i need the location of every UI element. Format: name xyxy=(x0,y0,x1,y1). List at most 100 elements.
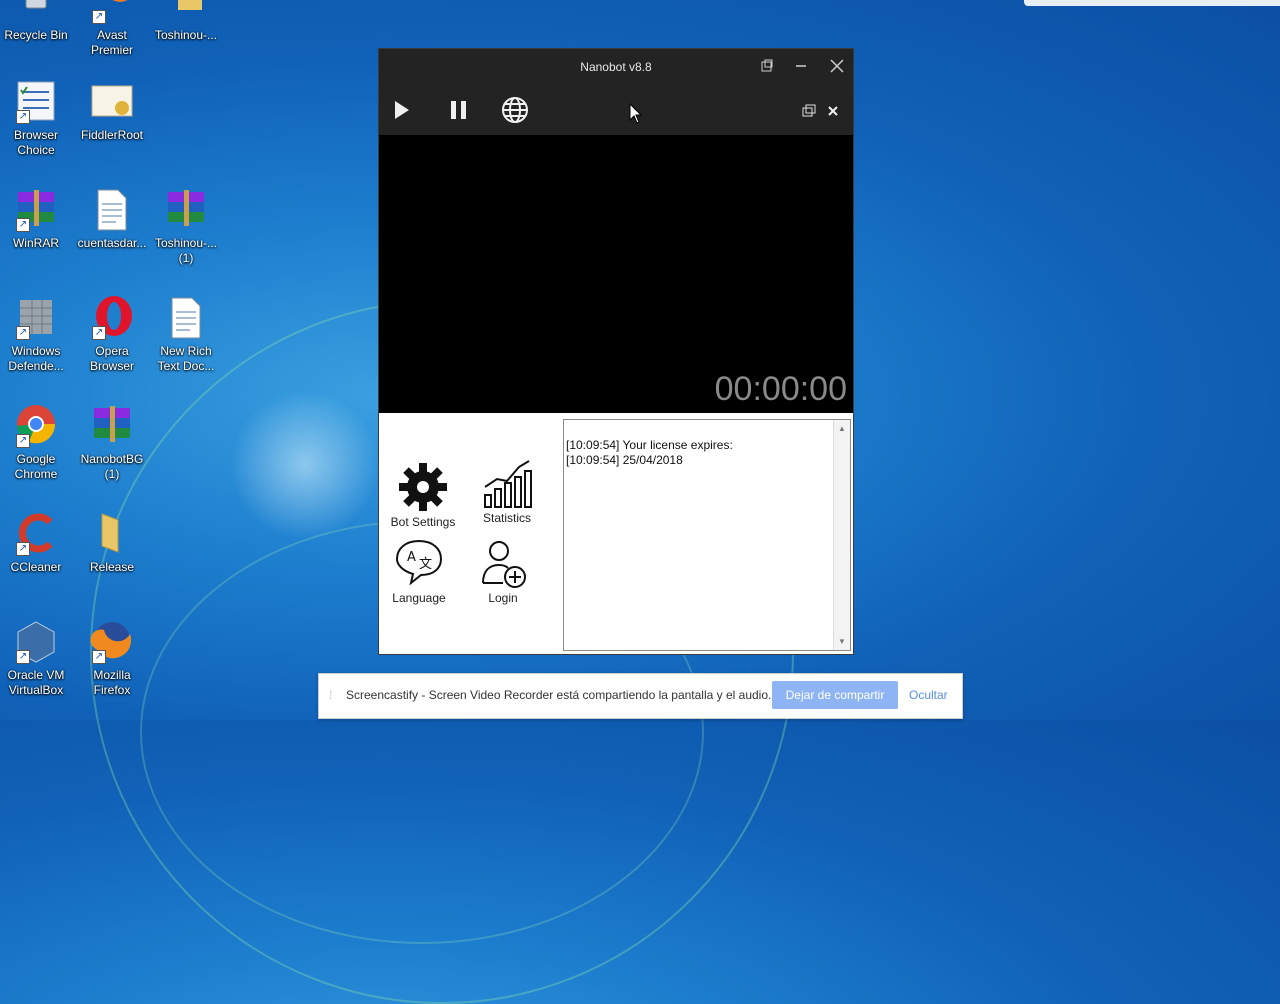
folder-icon xyxy=(90,512,134,556)
desktop-icon-label: Recycle Bin xyxy=(4,28,68,42)
firefox-icon: ↗ xyxy=(90,620,134,664)
avast-icon: ↗ xyxy=(90,0,134,24)
desktop-icon-new-rich-text[interactable]: New Rich Text Doc... xyxy=(150,296,222,374)
close-view-button[interactable] xyxy=(823,101,843,121)
desktop-icon-firefox[interactable]: ↗ Mozilla Firefox xyxy=(76,620,148,698)
desktop-icon-label: CCleaner xyxy=(10,560,62,574)
document-icon xyxy=(90,188,134,232)
winrar-icon: ↗ xyxy=(14,188,58,232)
screen-share-bar: ⁞ Screencastify - Screen Video Recorder … xyxy=(318,673,963,719)
tile-label: Bot Settings xyxy=(390,515,456,529)
desktop-icon-label: Avast Premier xyxy=(90,28,133,57)
shortcut-arrow-icon: ↗ xyxy=(16,542,30,556)
desktop-icon-virtualbox[interactable]: ↗ Oracle VM VirtualBox xyxy=(0,620,72,698)
ccleaner-icon: ↗ xyxy=(14,512,58,556)
language-button[interactable]: A文 Language xyxy=(379,537,459,605)
desktop-icon-label: New Rich Text Doc... xyxy=(157,344,215,373)
shortcut-arrow-icon: ↗ xyxy=(16,326,30,340)
close-icon xyxy=(830,59,844,73)
desktop-icon-google-chrome[interactable]: ↗ Google Chrome xyxy=(0,404,72,482)
chrome-icon: ↗ xyxy=(14,404,58,448)
desktop-icon-label: NanobotBG (1) xyxy=(80,452,144,481)
desktop-icon-avast[interactable]: ↗ Avast Premier xyxy=(76,0,148,58)
scroll-down-icon[interactable]: ▼ xyxy=(834,637,850,646)
shortcut-arrow-icon: ↗ xyxy=(16,110,30,124)
add-user-icon xyxy=(477,537,529,589)
detach-view-button[interactable] xyxy=(799,101,819,121)
statistics-button[interactable]: Statistics xyxy=(467,457,547,525)
desktop-icon-toshinou-folder[interactable]: Toshinou-... xyxy=(150,0,222,43)
wallpaper-glow xyxy=(230,390,380,540)
gear-icon xyxy=(397,461,449,513)
top-edge-widget xyxy=(1024,0,1280,6)
scroll-up-icon[interactable]: ▲ xyxy=(834,424,850,433)
toolbar xyxy=(379,85,853,135)
desktop-icon-ccleaner[interactable]: ↗ CCleaner xyxy=(0,512,72,575)
restore-button[interactable] xyxy=(756,55,778,77)
desktop-icon-fiddlerroot[interactable]: FiddlerRoot xyxy=(76,80,148,143)
pause-button[interactable] xyxy=(441,91,477,127)
stop-sharing-button[interactable]: Dejar de compartir xyxy=(772,681,898,709)
shortcut-arrow-icon: ↗ xyxy=(92,650,106,664)
shortcut-arrow-icon: ↗ xyxy=(92,326,106,340)
rich-text-document-icon xyxy=(164,296,208,340)
language-icon: A文 xyxy=(393,537,445,589)
desktop-icon-label: cuentasdar... xyxy=(77,236,147,250)
log-line: [10:09:54] Your license expires: xyxy=(566,438,733,452)
desktop-icon-label: Release xyxy=(89,560,135,574)
log-lines: [10:09:54] Your license expires: [10:09:… xyxy=(566,438,733,468)
pause-icon xyxy=(451,101,466,119)
desktop-icon-label: Mozilla Firefox xyxy=(93,668,131,697)
log-line: [10:09:54] 25/04/2018 xyxy=(566,453,683,467)
nanobot-window: Nanobot v8.8 00:00:00 Bot Settings Stati… xyxy=(378,48,854,655)
log-scrollbar[interactable]: ▲ ▼ xyxy=(833,420,850,650)
browser-button[interactable] xyxy=(497,91,533,127)
desktop-icon-nanobotbg[interactable]: NanobotBG (1) xyxy=(76,404,148,482)
close-button[interactable] xyxy=(826,55,848,77)
game-view[interactable]: 00:00:00 xyxy=(379,135,853,413)
shortcut-arrow-icon: ↗ xyxy=(16,650,30,664)
virtualbox-icon: ↗ xyxy=(14,620,58,664)
shortcut-arrow-icon: ↗ xyxy=(92,10,106,24)
close-icon xyxy=(828,106,838,116)
share-message: Screencastify - Screen Video Recorder es… xyxy=(346,688,772,702)
login-button[interactable]: Login xyxy=(463,537,543,605)
log-panel[interactable]: [10:09:54] Your license expires: [10:09:… xyxy=(563,419,851,651)
bot-settings-button[interactable]: Bot Settings xyxy=(383,461,463,529)
minimize-button[interactable] xyxy=(790,55,812,77)
desktop-icon-cuentasdar[interactable]: cuentasdar... xyxy=(76,188,148,251)
windows-defender-icon: ↗ xyxy=(14,296,58,340)
desktop-icon-label: Oracle VM VirtualBox xyxy=(7,668,65,697)
tile-label: Statistics xyxy=(482,511,531,525)
winrar-archive-icon xyxy=(164,188,208,232)
desktop-icon-label: Browser Choice xyxy=(13,128,58,157)
drag-handle-icon[interactable]: ⁞ xyxy=(329,688,335,702)
recycle-bin-icon xyxy=(14,0,58,24)
window-title: Nanobot v8.8 xyxy=(580,60,652,74)
hide-button[interactable]: Ocultar xyxy=(909,688,948,702)
desktop-icon-winrar[interactable]: ↗ WinRAR xyxy=(0,188,72,251)
desktop-icon-label: FiddlerRoot xyxy=(80,128,144,142)
desktop-icon-recycle-bin[interactable]: Recycle Bin xyxy=(0,0,72,43)
shortcut-arrow-icon: ↗ xyxy=(16,218,30,232)
play-icon xyxy=(395,101,409,119)
svg-text:文: 文 xyxy=(419,557,432,572)
browser-choice-icon: ↗ xyxy=(14,80,58,124)
desktop-icon-release[interactable]: Release xyxy=(76,512,148,575)
tile-label: Language xyxy=(392,591,446,605)
desktop-icon-label: Toshinou-... xyxy=(154,28,218,42)
folder-icon xyxy=(164,0,208,24)
run-timer: 00:00:00 xyxy=(714,370,847,408)
desktop-icon-label: Windows Defende... xyxy=(8,344,64,373)
opera-icon: ↗ xyxy=(90,296,134,340)
desktop-icon-opera[interactable]: ↗ Opera Browser xyxy=(76,296,148,374)
desktop-icon-label: WinRAR xyxy=(12,236,59,250)
control-panel: Bot Settings Statistics A文 Language Logi… xyxy=(379,413,853,654)
play-button[interactable] xyxy=(383,91,419,127)
desktop-icon-windows-defender[interactable]: ↗ Windows Defende... xyxy=(0,296,72,374)
desktop-icon-label: Opera Browser xyxy=(89,344,134,373)
desktop-icon-browser-choice[interactable]: ↗ Browser Choice xyxy=(0,80,72,158)
bar-chart-icon xyxy=(481,457,533,509)
mouse-cursor-icon xyxy=(629,103,643,124)
desktop-icon-toshinou-archive[interactable]: Toshinou-... (1) xyxy=(150,188,222,266)
